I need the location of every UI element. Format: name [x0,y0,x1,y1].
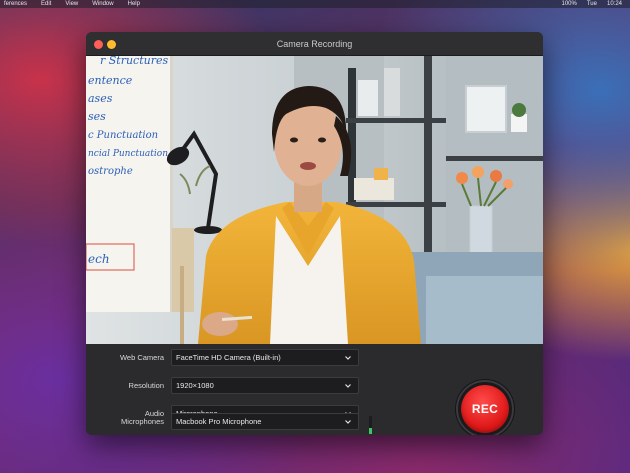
window-title: Camera Recording [276,39,353,49]
rec-button[interactable]: REC [461,385,509,433]
microphones-value: Macbook Pro Microphone [176,416,262,426]
clock-status[interactable]: 10:24 [607,0,622,8]
title-bar[interactable]: Camera Recording [86,32,543,56]
whiteboard-line: ech [88,252,110,266]
camera-preview-image: r Structures entence ases ses c Punctuat… [86,56,543,344]
audio-level-fill [369,427,372,434]
whiteboard-line: r Structures [100,56,168,67]
menu-window[interactable]: Window [92,0,113,8]
camera-preview: r Structures entence ases ses c Punctuat… [86,56,543,344]
audio-level-meter [369,416,372,434]
chevron-down-icon [345,419,351,424]
whiteboard-line: entence [88,74,133,87]
menu-edit[interactable]: Edit [41,0,51,8]
day-status: Tue [586,1,597,7]
chevron-down-icon [345,383,351,388]
menu-preferences[interactable]: ferences [4,0,27,8]
whiteboard-line: ostrophe [88,166,133,177]
whiteboard-line: ncial Punctuation [88,149,168,159]
webcam-row: Web Camera FaceTime HD Camera (Built-in) [86,348,359,366]
whiteboard-line: c Punctuation [88,130,158,141]
rec-button-ring: REC [456,380,514,435]
resolution-value: 1920×1080 [176,380,214,390]
menu-view[interactable]: View [65,0,78,8]
microphones-label: Microphones [121,416,164,426]
menu-help[interactable]: Help [128,0,140,8]
menu-status-area: 100% Tue 10:24 [562,0,630,8]
resolution-label: Resolution [128,380,164,390]
resolution-select[interactable]: 1920×1080 [171,376,359,394]
webcam-label: Web Camera [119,352,164,362]
microphones-select[interactable]: Macbook Pro Microphone [171,412,359,430]
whiteboard-line: ses [88,110,106,123]
whiteboard-line: ases [88,92,113,105]
resolution-row: Resolution 1920×1080 [86,376,359,394]
webcam-select[interactable]: FaceTime HD Camera (Built-in) [171,348,359,366]
menu-bar: ferences Edit View Window Help 100% Tue … [0,0,630,8]
chevron-down-icon [345,355,351,360]
camera-recording-window: Camera Recording r Structures entence as… [86,32,543,435]
webcam-value: FaceTime HD Camera (Built-in) [176,352,281,362]
battery-status[interactable]: 100% [562,0,577,8]
microphones-row: Microphones Macbook Pro Microphone [86,412,359,430]
